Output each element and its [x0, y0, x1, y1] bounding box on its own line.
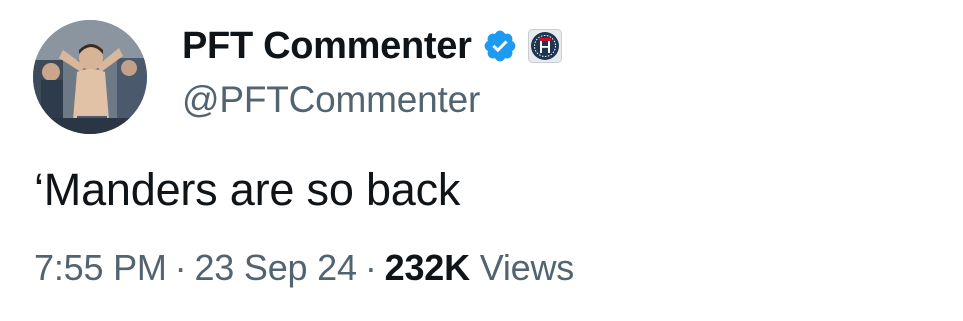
avatar[interactable]	[33, 20, 147, 134]
views-label[interactable]: Views	[480, 247, 575, 288]
user-handle[interactable]: @PFTCommenter	[182, 76, 562, 124]
tweet-text: ‘Manders are so back	[34, 164, 461, 215]
tweet-card: PFT Commenter @PFTCommenter ‘Manders are…	[0, 0, 963, 321]
meta-separator: ·	[364, 247, 377, 288]
meta-separator: ·	[174, 247, 187, 288]
views-count[interactable]: 232K	[385, 247, 470, 288]
barstool-logo-icon[interactable]	[527, 29, 562, 63]
tweet-date[interactable]: 23 Sep 24	[194, 247, 357, 288]
tweet-time[interactable]: 7:55 PM	[34, 247, 167, 288]
tweet-header: PFT Commenter @PFTCommenter	[182, 22, 562, 124]
avatar-image	[33, 20, 147, 134]
name-row: PFT Commenter	[182, 22, 562, 70]
display-name[interactable]: PFT Commenter	[182, 22, 472, 70]
tweet-meta: 7:55 PM · 23 Sep 24 · 232K Views	[34, 243, 574, 293]
verified-badge-icon[interactable]	[482, 28, 518, 64]
